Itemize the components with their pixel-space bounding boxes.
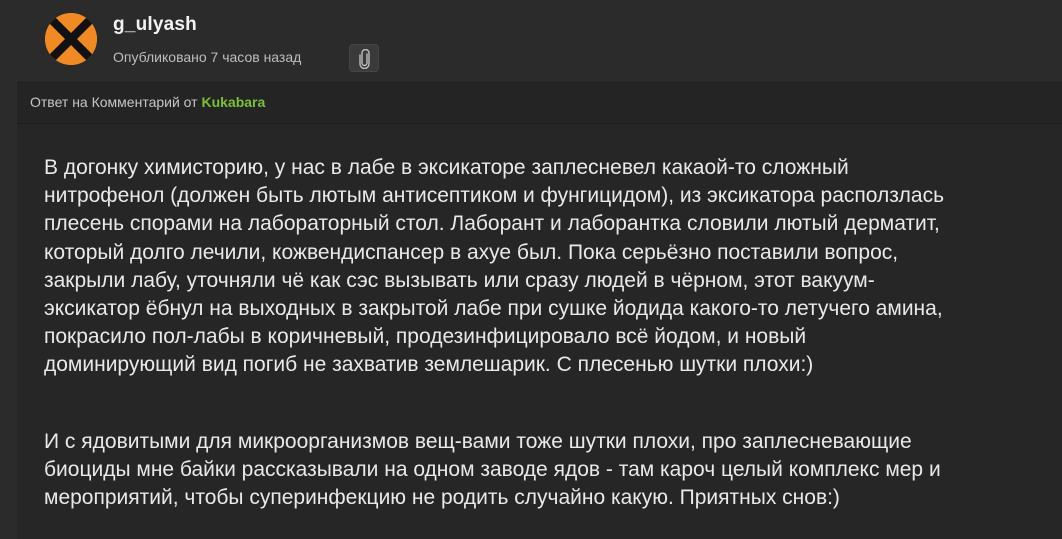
username[interactable]: g_ulyash [113,14,197,36]
reply-reference: Ответ на Комментарий от Kukabara [30,94,265,110]
attach-button[interactable] [349,44,379,72]
reply-reference-bar: Ответ на Комментарий от Kukabara [17,82,1062,124]
comment-paragraph-2: И с ядовитыми для микроорганизмов вещ-ва… [44,428,1044,513]
comment-line: нитрофенол (должен быть лютым антисептик… [44,184,945,208]
comment-body: В догонку химисторию, у нас в лабе в экс… [17,124,1062,539]
paperclip-icon [359,49,370,69]
comment-line: доминирующий вид погиб не захватив земле… [44,353,814,377]
post-header: g_ulyash Опубликовано 7 часов назад [0,0,1062,82]
comment-paragraph-1: В догонку химисторию, у нас в лабе в экс… [44,154,1044,380]
reply-prefix: Ответ на Комментарий от [30,94,198,110]
comment-line: эксикатор ёбнул на выходных в закрытой л… [44,297,943,321]
x-avatar-icon [45,13,97,65]
comment-line: мероприятий, чтобы суперинфекцию не роди… [44,486,840,510]
comment-line: закрыли лабу, уточняли чё как сэс вызыва… [44,268,875,292]
comment-line: И с ядовитыми для микроорганизмов вещ-ва… [44,430,912,453]
comment-line: покрасило пол-лабы в коричневый, продези… [44,325,807,349]
avatar[interactable] [45,13,97,65]
comment-line: биоциды мне байки рассказывали на одном … [44,458,941,482]
published-time: Опубликовано 7 часов назад [113,49,302,65]
comment-line: который долго лечили, кожвендиспансер в … [44,240,899,264]
comment-line: плесень спорами на лабораторный стол. Ла… [44,212,940,236]
reply-author-link[interactable]: Kukabara [201,94,265,110]
comment-line: В догонку химисторию, у нас в лабе в экс… [44,156,849,179]
